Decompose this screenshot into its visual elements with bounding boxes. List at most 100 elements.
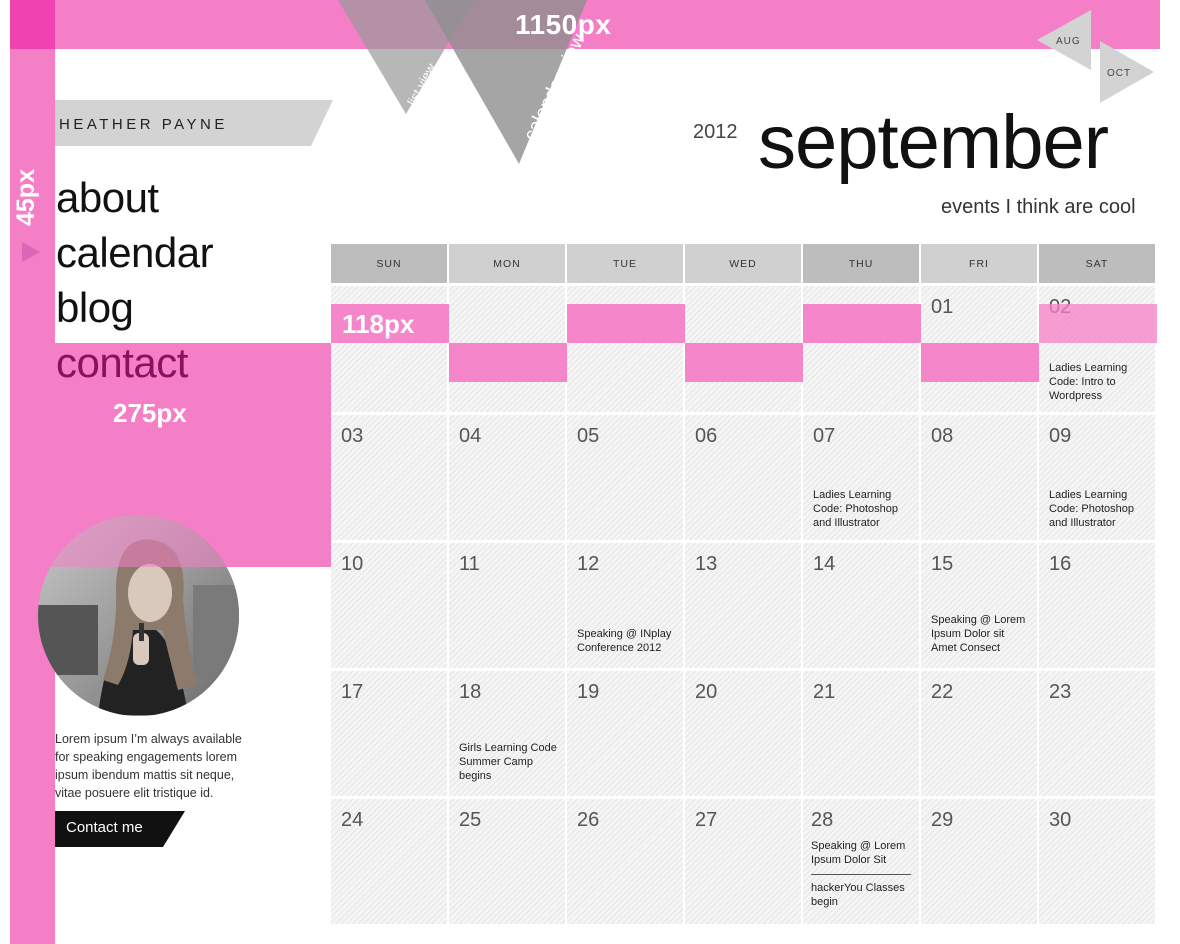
day-cell-28[interactable]: 28 Speaking @ Lorem Ipsum Dolor Sit hack… xyxy=(803,799,919,924)
day-number: 07 xyxy=(813,425,836,447)
nav-active-arrow-icon xyxy=(22,242,40,262)
avatar xyxy=(38,515,239,716)
nav-item-contact[interactable]: contact xyxy=(56,335,213,390)
guide-row-band xyxy=(803,304,921,343)
day-number: 01 xyxy=(931,296,954,318)
calendar-week: 24 25 26 27 28 Speaking @ Lorem Ipsum Do… xyxy=(331,799,1157,924)
day-cell-27[interactable]: 27 xyxy=(685,799,801,924)
day-number: 13 xyxy=(695,553,718,575)
guide-overlay-left xyxy=(10,0,55,944)
day-number: 22 xyxy=(931,681,954,703)
day-number: 10 xyxy=(341,553,364,575)
day-number: 23 xyxy=(1049,681,1072,703)
day-cell-11[interactable]: 11 xyxy=(449,543,565,668)
day-cell-30[interactable]: 30 xyxy=(1039,799,1155,924)
guide-row-band xyxy=(921,343,1039,382)
day-number: 04 xyxy=(459,425,482,447)
day-number: 27 xyxy=(695,809,718,831)
event-item[interactable]: Ladies Learning Code: Photoshop and Illu… xyxy=(813,488,913,530)
nav-item-blog[interactable]: blog xyxy=(56,280,213,335)
day-cell-08[interactable]: 08 xyxy=(921,415,1037,540)
day-number: 09 xyxy=(1049,425,1072,447)
day-number: 06 xyxy=(695,425,718,447)
contact-me-button[interactable]: Contact me xyxy=(55,811,185,847)
weekday-mon: MON xyxy=(449,244,565,283)
event-item[interactable]: Girls Learning Code Summer Camp begins xyxy=(459,741,559,783)
day-number: 20 xyxy=(695,681,718,703)
event-divider xyxy=(811,874,911,875)
day-number: 11 xyxy=(459,553,480,575)
day-cell-12[interactable]: 12 Speaking @ INplay Conference 2012 xyxy=(567,543,683,668)
day-cell-22[interactable]: 22 xyxy=(921,671,1037,796)
day-cell-09[interactable]: 09 Ladies Learning Code: Photoshop and I… xyxy=(1039,415,1155,540)
day-cell-26[interactable]: 26 xyxy=(567,799,683,924)
day-cell-07[interactable]: 07 Ladies Learning Code: Photoshop and I… xyxy=(803,415,919,540)
weekday-sun: SUN xyxy=(331,244,447,283)
event-item[interactable]: Ladies Learning Code: Intro to Wordpress xyxy=(1049,361,1149,403)
day-number: 05 xyxy=(577,425,600,447)
day-cell-18[interactable]: 18 Girls Learning Code Summer Camp begin… xyxy=(449,671,565,796)
day-cell-16[interactable]: 16 xyxy=(1039,543,1155,668)
weekday-thu: THU xyxy=(803,244,919,283)
next-month-label: OCT xyxy=(1107,68,1132,79)
day-number: 17 xyxy=(341,681,364,703)
event-item[interactable]: hackerYou Classes begin xyxy=(811,881,911,909)
day-number: 30 xyxy=(1049,809,1072,831)
day-cell-15[interactable]: 15 Speaking @ Lorem Ipsum Dolor sit Amet… xyxy=(921,543,1037,668)
guide-row-band xyxy=(1039,304,1157,343)
day-number: 03 xyxy=(341,425,364,447)
event-item[interactable]: Speaking @ Lorem Ipsum Dolor Sit xyxy=(811,839,911,867)
day-number: 14 xyxy=(813,553,836,575)
day-cell-13[interactable]: 13 xyxy=(685,543,801,668)
nav-item-about[interactable]: about xyxy=(56,170,213,225)
event-item[interactable]: Speaking @ Lorem Ipsum Dolor sit Amet Co… xyxy=(931,613,1031,655)
day-cell-04[interactable]: 04 xyxy=(449,415,565,540)
day-cell-03[interactable]: 03 xyxy=(331,415,447,540)
calendar-week: 17 18 Girls Learning Code Summer Camp be… xyxy=(331,671,1157,796)
guide-row-band xyxy=(449,343,567,382)
month-title: september xyxy=(758,100,1109,185)
day-cell-29[interactable]: 29 xyxy=(921,799,1037,924)
day-cell-06[interactable]: 06 xyxy=(685,415,801,540)
prev-month-label: AUG xyxy=(1056,36,1081,47)
weekday-sat: SAT xyxy=(1039,244,1155,283)
day-cell-23[interactable]: 23 xyxy=(1039,671,1155,796)
day-number: 21 xyxy=(813,681,836,703)
guide-row-band xyxy=(567,304,685,343)
day-cell-14[interactable]: 14 xyxy=(803,543,919,668)
weekday-tue: TUE xyxy=(567,244,683,283)
day-number: 19 xyxy=(577,681,600,703)
nav-item-calendar[interactable]: calendar xyxy=(56,225,214,280)
day-number: 25 xyxy=(459,809,482,831)
event-item[interactable]: Ladies Learning Code: Photoshop and Illu… xyxy=(1049,488,1149,530)
guide-row-band xyxy=(685,343,803,382)
guide-width-label: 1150px xyxy=(515,9,612,40)
day-cell-19[interactable]: 19 xyxy=(567,671,683,796)
event-item[interactable]: Speaking @ INplay Conference 2012 xyxy=(577,627,677,655)
day-cell-24[interactable]: 24 xyxy=(331,799,447,924)
day-cell-25[interactable]: 25 xyxy=(449,799,565,924)
day-cell-20[interactable]: 20 xyxy=(685,671,801,796)
site-name: HEATHER PAYNE xyxy=(59,116,228,133)
day-number: 15 xyxy=(931,553,954,575)
calendar-week: 10 11 12 Speaking @ INplay Conference 20… xyxy=(331,543,1157,668)
page-subtitle: events I think are cool xyxy=(941,196,1136,218)
day-cell-05[interactable]: 05 xyxy=(567,415,683,540)
weekday-header: SUN MON TUE WED THU FRI SAT xyxy=(331,244,1157,283)
day-number: 08 xyxy=(931,425,954,447)
guide-margin-label: 45px xyxy=(12,169,40,226)
day-number: 29 xyxy=(931,809,954,831)
day-cell-10[interactable]: 10 xyxy=(331,543,447,668)
day-cell-21[interactable]: 21 xyxy=(803,671,919,796)
day-number: 28 xyxy=(811,809,834,831)
weekday-fri: FRI xyxy=(921,244,1037,283)
guide-overlay-corner xyxy=(10,0,55,49)
calendar-week: 03 04 05 06 07 Ladies Learning Code: Pho… xyxy=(331,415,1157,540)
bio-text: Lorem ipsum I’m always available for spe… xyxy=(55,732,242,800)
day-number: 26 xyxy=(577,809,600,831)
day-number: 18 xyxy=(459,681,482,703)
year-label: 2012 xyxy=(693,121,738,143)
guide-sidebar-label: 275px xyxy=(113,398,187,428)
day-cell-17[interactable]: 17 xyxy=(331,671,447,796)
day-number: 16 xyxy=(1049,553,1072,575)
